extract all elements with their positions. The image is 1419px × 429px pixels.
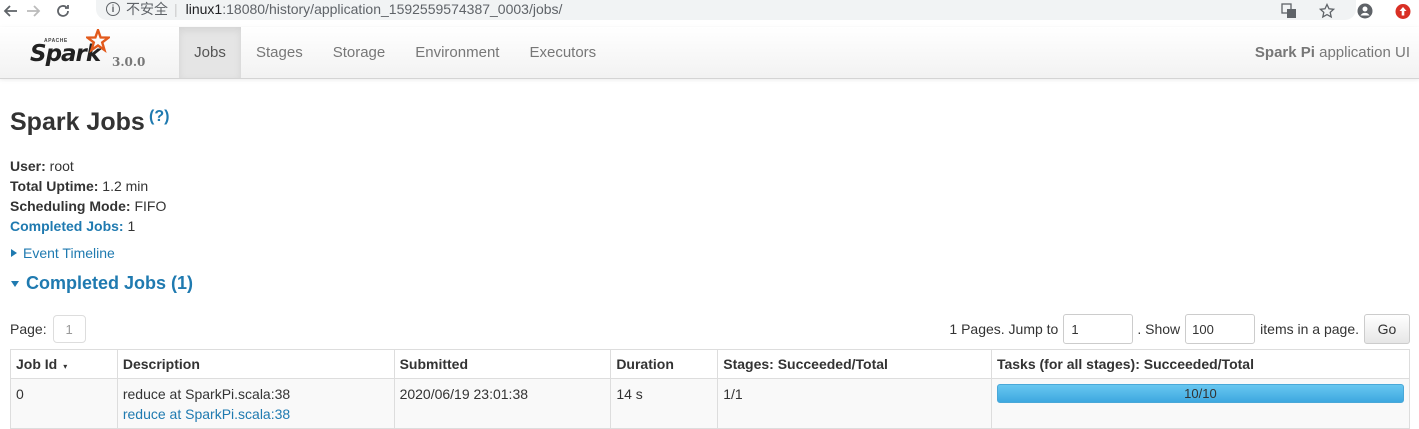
help-link[interactable]: (?) (149, 108, 169, 126)
uptime-value: 1.2 min (98, 178, 149, 194)
uptime-label: Total Uptime: (10, 178, 99, 194)
url-path: :18080/history/application_1592559574387… (222, 1, 563, 17)
expand-arrow-icon (11, 249, 17, 257)
completed-jobs-link[interactable]: Completed Jobs: (10, 218, 124, 234)
table-header-row: Job Id ▾ Description Submitted Duration S… (10, 349, 1411, 379)
jump-to-page-input[interactable]: 1 (1063, 314, 1134, 344)
summary-uptime: Total Uptime: 1.2 min (10, 176, 166, 196)
go-button[interactable]: Go (1364, 314, 1410, 344)
tasks-progress-bar: 10/10 (996, 384, 1404, 403)
completed-jobs-header[interactable]: Completed Jobs (1) (11, 273, 193, 294)
app-name-suffix: application UI (1314, 44, 1410, 61)
show-label: . Show (1137, 321, 1181, 337)
event-timeline-label: Event Timeline (23, 245, 115, 261)
page-label: Page: (10, 321, 47, 337)
summary-scheduling: Scheduling Mode: FIFO (10, 196, 166, 216)
spark-version: 3.0.0 (112, 55, 146, 69)
header-tasks[interactable]: Tasks (for all stages): Succeeded/Total (990, 349, 1411, 379)
security-label: 不安全 (126, 1, 168, 17)
header-stages[interactable]: Stages: Succeeded/Total (717, 349, 992, 379)
sort-desc-icon: ▾ (63, 362, 68, 371)
cell-job-id: 0 (10, 378, 118, 429)
cell-stages: 1/1 (717, 378, 992, 429)
collapse-arrow-icon (11, 280, 19, 287)
spark-navbar: APACHE Spark 3.0.0 Jobs Stages Storage E… (0, 27, 1419, 79)
info-icon[interactable]: i (106, 2, 120, 16)
reload-icon[interactable] (52, 0, 74, 22)
pages-text: 1 Pages. Jump to (949, 321, 1059, 337)
address-bar[interactable]: i 不安全 | linux1:18080/history/application… (96, 0, 1356, 20)
header-job-id[interactable]: Job Id ▾ (10, 349, 118, 379)
cell-duration: 14 s (610, 378, 719, 429)
page-title: Spark Jobs (10, 108, 145, 136)
summary-completed: Completed Jobs: 1 (10, 216, 166, 236)
tab-storage[interactable]: Storage (318, 27, 401, 78)
header-job-id-label: Job Id (16, 356, 58, 372)
back-icon[interactable] (0, 0, 22, 22)
url-host: linux1 (185, 1, 223, 17)
pager-controls: 1 Pages. Jump to 1 . Show 100 items in a… (949, 314, 1410, 344)
tab-environment[interactable]: Environment (400, 27, 514, 78)
description-text: reduce at SparkPi.scala:38 (122, 386, 291, 402)
browser-toolbar: i 不安全 | linux1:18080/history/application… (0, 0, 1419, 22)
job-summary: User: root Total Uptime: 1.2 min Schedul… (10, 156, 166, 236)
forward-icon[interactable] (22, 0, 44, 22)
tab-executors[interactable]: Executors (514, 27, 611, 78)
completed-jobs-title: Completed Jobs (1) (26, 273, 194, 293)
table-row: 0 reduce at SparkPi.scala:38 reduce at S… (10, 378, 1411, 429)
account-icon[interactable] (1357, 3, 1373, 19)
address-separator: | (174, 1, 178, 17)
app-name-bold: Spark Pi (1254, 44, 1315, 61)
user-value: root (45, 158, 74, 174)
nav-tabs: Jobs Stages Storage Environment Executor… (179, 27, 611, 78)
tab-jobs[interactable]: Jobs (179, 27, 241, 78)
items-text: items in a page. (1260, 321, 1359, 337)
pager-left: Page: 1 (10, 315, 86, 343)
tasks-progress-label: 10/10 (1184, 386, 1217, 401)
completed-value: 1 (123, 218, 136, 234)
header-description[interactable]: Description (116, 349, 395, 379)
bookmark-star-icon[interactable] (1319, 3, 1335, 19)
spark-logo[interactable]: APACHE Spark 3.0.0 (30, 29, 146, 75)
summary-user: User: root (10, 156, 166, 176)
user-label: User: (10, 158, 46, 174)
app-name: Spark Pi application UI (1255, 44, 1410, 61)
header-submitted[interactable]: Submitted (393, 349, 612, 379)
scheduling-label: Scheduling Mode: (10, 198, 131, 214)
completed-jobs-table: Job Id ▾ Description Submitted Duration S… (10, 349, 1411, 429)
scheduling-value: FIFO (130, 198, 167, 214)
description-link[interactable]: reduce at SparkPi.scala:38 (123, 406, 389, 422)
translate-icon[interactable] (1281, 3, 1297, 19)
event-timeline-toggle[interactable]: Event Timeline (11, 245, 115, 261)
page-size-input[interactable]: 100 (1185, 314, 1256, 344)
update-icon[interactable] (1395, 3, 1411, 19)
cell-description: reduce at SparkPi.scala:38 reduce at Spa… (116, 378, 395, 429)
toolbar-actions (1281, 0, 1411, 22)
cell-submitted: 2020/06/19 23:01:38 (393, 378, 612, 429)
cell-tasks: 10/10 (990, 378, 1411, 429)
page-number-button[interactable]: 1 (52, 315, 86, 343)
header-duration[interactable]: Duration (610, 349, 719, 379)
spark-star-icon (86, 29, 110, 53)
tab-stages[interactable]: Stages (241, 27, 318, 78)
